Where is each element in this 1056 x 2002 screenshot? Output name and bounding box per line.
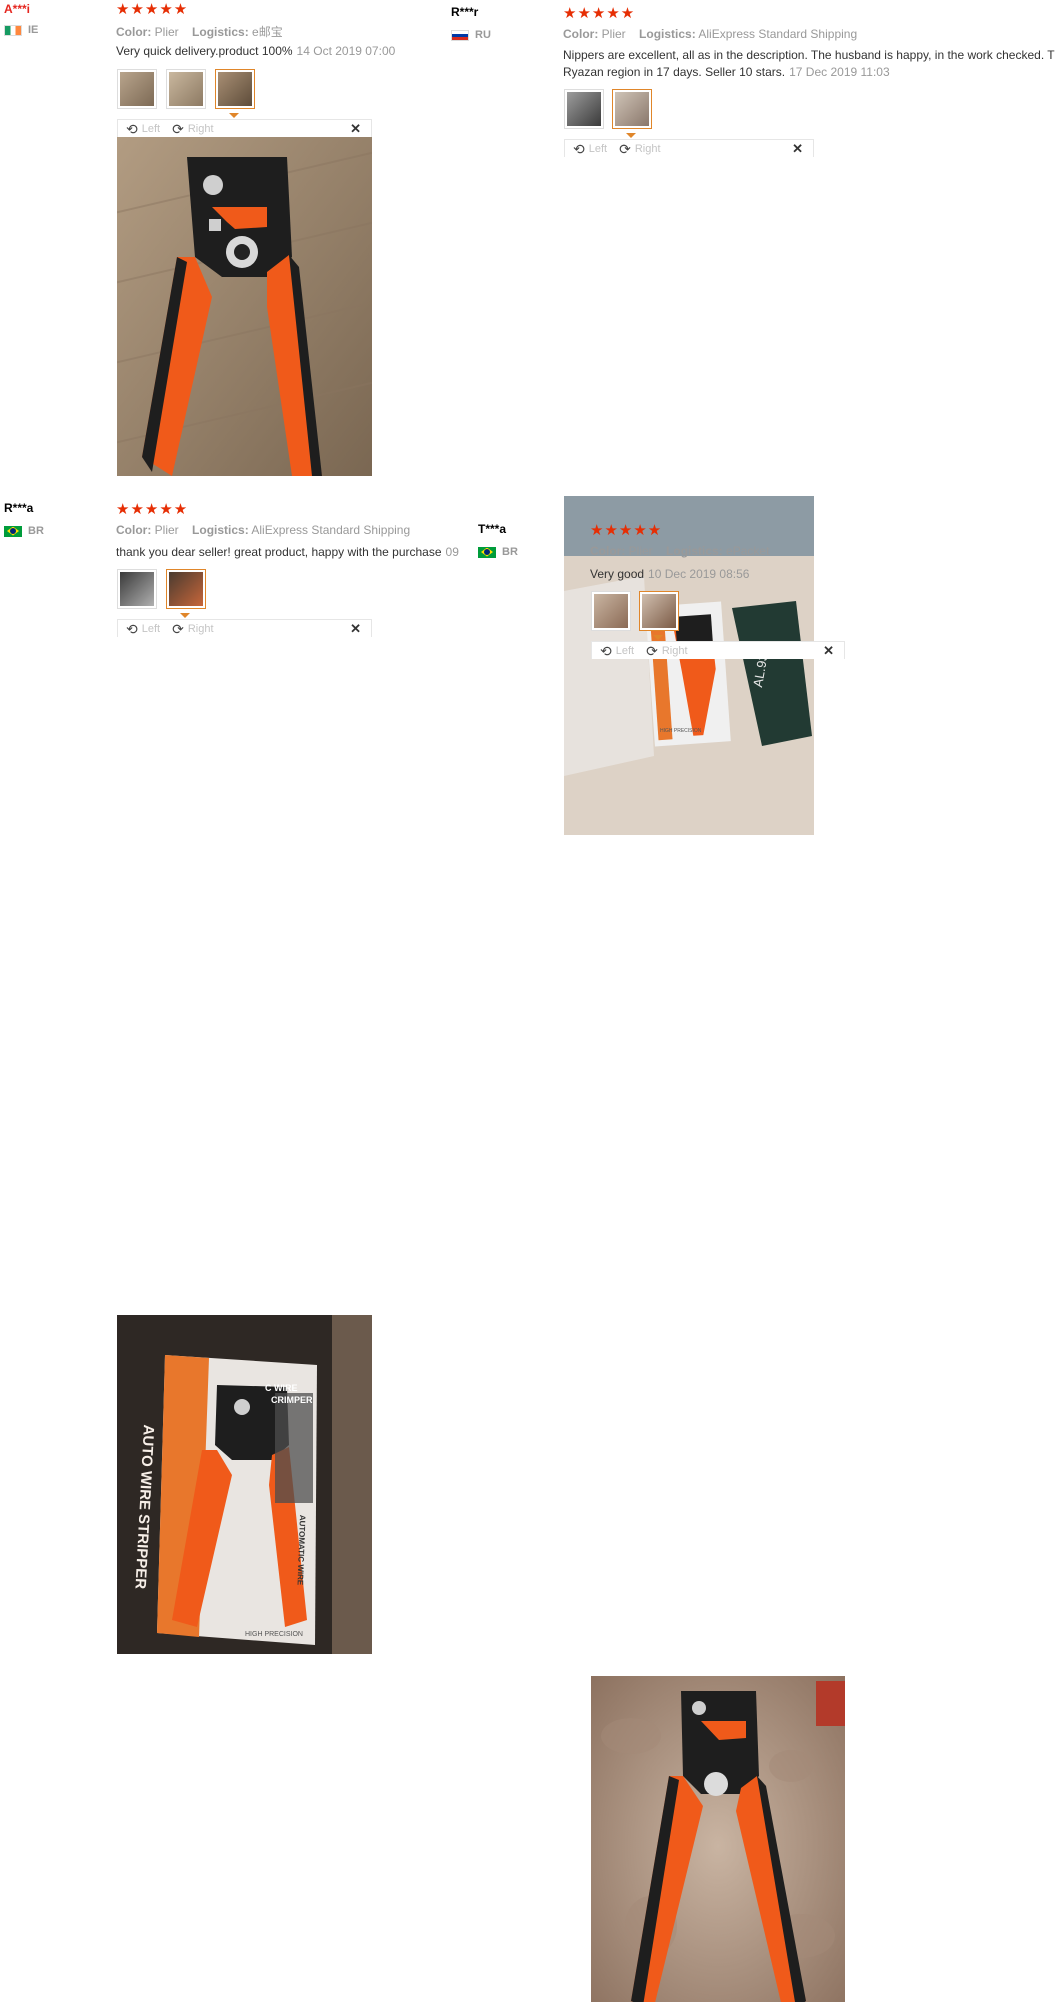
- logistics-label: Logistics:: [639, 27, 696, 41]
- thumbnail-caret: [626, 133, 636, 138]
- rotate-right-button[interactable]: Right: [188, 123, 214, 135]
- color-value: Plier: [628, 544, 653, 558]
- feedback-body: Very quick delivery.product 100%: [116, 44, 293, 58]
- flag-ie-icon: [4, 24, 22, 36]
- logistics-label: Logistics:: [192, 523, 249, 537]
- color-value: Plier: [154, 25, 179, 39]
- image-viewer-toolbar: ⟲ Left ⟳ Right ✕: [117, 119, 372, 137]
- flag-ru-icon: [451, 29, 469, 41]
- package-caption: HIGH PRECISION: [660, 728, 702, 734]
- review-photo: [591, 1676, 845, 2002]
- color-label: Color:: [563, 27, 599, 41]
- reviewer-country: BR: [478, 546, 518, 558]
- feedback-body: thank you dear seller! great product, ha…: [116, 545, 442, 559]
- flag-br-icon: [4, 525, 22, 537]
- country-code: BR: [28, 525, 44, 537]
- rotate-left-button[interactable]: Left: [589, 143, 607, 155]
- package-subtitle-1: C WIRE: [265, 1383, 298, 1393]
- rotate-right-icon[interactable]: ⟳: [619, 142, 631, 156]
- review-thumbnail[interactable]: [117, 69, 157, 109]
- review-meta: Color: Plier Logistics: AliExpress Stand…: [116, 523, 410, 537]
- rotate-left-icon[interactable]: ⟲: [600, 644, 612, 658]
- logistics-value: ePacket: [726, 544, 770, 558]
- rotate-right-icon[interactable]: ⟳: [646, 644, 658, 658]
- feedback-text: Nippers are excellent, all as in the des…: [563, 47, 1056, 81]
- feedback-text: thank you dear seller! great product, ha…: [116, 544, 471, 561]
- review-thumbnail-active[interactable]: [215, 69, 255, 109]
- rotate-right-button[interactable]: Right: [188, 623, 214, 635]
- logistics-value: AliExpress Standard Shipping: [251, 523, 411, 537]
- feedback-body-line2: Ryazan region in 17 days. Seller 10 star…: [563, 65, 786, 79]
- review-3: R***a BR ★★★★★ Color: Plier Logistics: A…: [0, 501, 1056, 1654]
- feedback-date: 17 Dec 2019 11:03: [789, 65, 890, 79]
- star-rating: ★★★★★: [563, 5, 636, 22]
- review-meta: Color: Plier Logistics: ePacket: [590, 544, 769, 558]
- close-icon[interactable]: ✕: [350, 621, 361, 637]
- review-meta: Color: Plier Logistics: e邮宝: [116, 23, 283, 40]
- feedback-date: 09: [445, 545, 459, 559]
- rotate-left-icon[interactable]: ⟲: [126, 622, 138, 636]
- reviewer-country: RU: [451, 29, 491, 41]
- rotate-left-button[interactable]: Left: [616, 645, 634, 657]
- reviewer-country: BR: [4, 525, 44, 537]
- star-rating: ★★★★★: [116, 501, 189, 518]
- feedback-body: Very good: [590, 567, 645, 581]
- rotate-right-button[interactable]: Right: [635, 143, 661, 155]
- review-thumbnail[interactable]: [166, 69, 206, 109]
- feedback-body-line1: Nippers are excellent, all as in the des…: [563, 48, 1055, 62]
- star-rating: ★★★★★: [116, 1, 189, 18]
- review-thumbnail[interactable]: [591, 591, 631, 631]
- feedback-text: Very good 10 Dec 2019 08:56: [590, 566, 749, 583]
- package-subtitle-2: CRIMPER: [271, 1395, 313, 1405]
- feedback-text: Very quick delivery.product 100% 14 Oct 2…: [116, 43, 395, 60]
- review-thumbnail[interactable]: [117, 569, 157, 609]
- reviewer-name[interactable]: A***i: [4, 2, 30, 16]
- review-photo: AUTO WIRE STRIPPER C WIRE CRIMPER AUTOMA…: [117, 1315, 372, 1654]
- thumbnail-caret: [229, 113, 239, 118]
- color-label: Color:: [116, 25, 152, 39]
- flag-br-icon: [478, 546, 496, 558]
- rotate-right-button[interactable]: Right: [662, 645, 688, 657]
- feedback-date: 14 Oct 2019 07:00: [296, 44, 396, 58]
- logistics-label: Logistics:: [192, 25, 249, 39]
- country-code: BR: [502, 546, 518, 558]
- color-label: Color:: [116, 523, 152, 537]
- reviewer-name[interactable]: R***r: [451, 5, 478, 19]
- rotate-right-icon[interactable]: ⟳: [172, 122, 184, 136]
- country-code: IE: [28, 24, 39, 36]
- review-photo: [117, 137, 372, 476]
- color-value: Plier: [154, 523, 179, 537]
- close-icon[interactable]: ✕: [350, 121, 361, 137]
- review-thumbnail-active[interactable]: [639, 591, 679, 631]
- review-thumbnail-active[interactable]: [612, 89, 652, 129]
- logistics-value: AliExpress Standard Shipping: [698, 27, 858, 41]
- country-code: RU: [475, 29, 491, 41]
- review-4: T***a BR ★★★★★ Color: Plier Logistics: e…: [0, 522, 1056, 2002]
- rotate-right-icon[interactable]: ⟳: [172, 622, 184, 636]
- image-viewer-toolbar: ⟲ Left ⟳ Right ✕: [117, 619, 372, 637]
- rotate-left-icon[interactable]: ⟲: [573, 142, 585, 156]
- close-icon[interactable]: ✕: [792, 141, 803, 157]
- review-thumbnail[interactable]: [564, 89, 604, 129]
- rotate-left-button[interactable]: Left: [142, 623, 160, 635]
- review-thumbnail-active[interactable]: [166, 569, 206, 609]
- image-viewer-toolbar: ⟲ Left ⟳ Right ✕: [591, 641, 845, 659]
- rotate-left-icon[interactable]: ⟲: [126, 122, 138, 136]
- color-value: Plier: [601, 27, 626, 41]
- image-viewer-toolbar: ⟲ Left ⟳ Right ✕: [564, 139, 814, 157]
- logistics-value: e邮宝: [252, 25, 283, 39]
- rotate-left-button[interactable]: Left: [142, 123, 160, 135]
- color-label: Color:: [590, 544, 626, 558]
- reviewer-country: IE: [4, 24, 38, 36]
- close-icon[interactable]: ✕: [823, 643, 834, 659]
- reviewer-name[interactable]: R***a: [4, 501, 33, 515]
- reviewer-name[interactable]: T***a: [478, 522, 506, 536]
- thumbnail-caret: [180, 613, 190, 618]
- star-rating: ★★★★★: [590, 522, 663, 539]
- feedback-date: 10 Dec 2019 08:56: [648, 567, 750, 581]
- package-caption: HIGH PRECISION: [245, 1631, 303, 1638]
- review-meta: Color: Plier Logistics: AliExpress Stand…: [563, 27, 857, 41]
- logistics-label: Logistics:: [666, 544, 723, 558]
- thumbnail-caret: [653, 635, 663, 640]
